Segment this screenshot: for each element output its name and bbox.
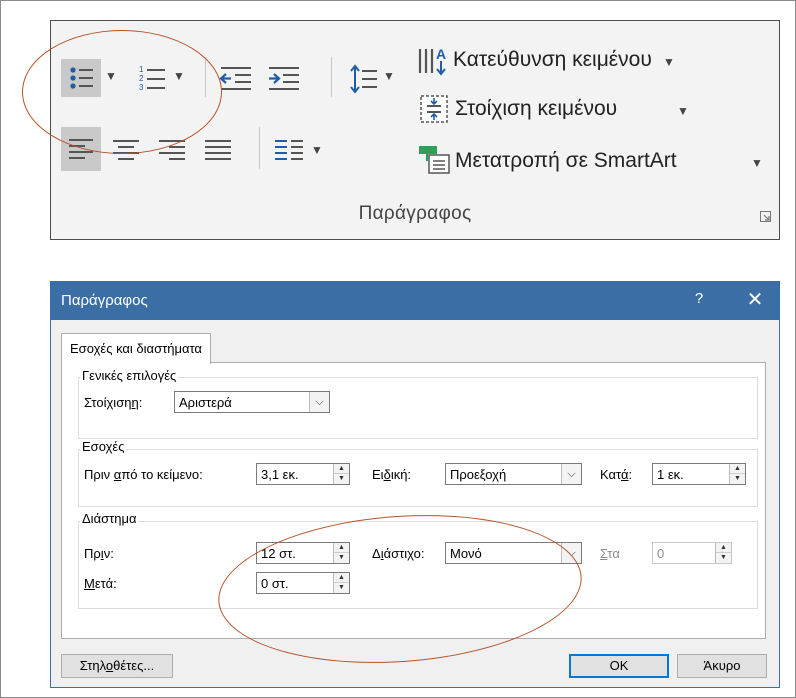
- align-text-button[interactable]: [419, 93, 449, 125]
- separator: [205, 57, 206, 97]
- special-label: Ειδική:: [372, 467, 412, 482]
- text-direction-icon: A: [418, 46, 446, 76]
- columns-dropdown-arrow[interactable]: ▼: [311, 143, 323, 157]
- svg-text:2: 2: [139, 74, 144, 83]
- justify-icon: [205, 140, 231, 160]
- increase-indent-button[interactable]: [267, 63, 301, 95]
- tabs-button[interactable]: Στηλοθέτες...: [61, 654, 173, 678]
- line-spacing-select[interactable]: Μονό ⌵: [445, 542, 582, 564]
- indent-before-value: 3,1 εκ.: [261, 467, 299, 482]
- text-direction-dropdown-arrow[interactable]: ▼: [663, 55, 675, 69]
- spacing-before-label: Πριν:: [84, 546, 114, 561]
- general-section-title: Γενικές επιλογές: [80, 368, 179, 383]
- align-left-icon: [69, 139, 93, 159]
- spin-up-icon[interactable]: ▲: [730, 464, 745, 474]
- center-icon: [113, 140, 139, 160]
- help-button[interactable]: ?: [689, 290, 709, 307]
- smartart-icon: [419, 146, 450, 174]
- smartart-dropdown-arrow[interactable]: ▼: [751, 156, 763, 170]
- separator: [331, 57, 332, 97]
- bullets-icon: [70, 67, 93, 89]
- at-value: 0: [657, 546, 665, 561]
- close-icon[interactable]: ✕: [743, 287, 767, 312]
- spacing-after-spinner[interactable]: 0 στ. ▲ ▼: [256, 572, 350, 594]
- alignment-label: Στοίχισηη:: [84, 395, 143, 410]
- increase-indent-icon: [269, 67, 299, 90]
- line-spacing-button[interactable]: [349, 63, 379, 95]
- columns-button[interactable]: [273, 133, 307, 167]
- ribbon-group-label: Παράγραφος: [358, 203, 472, 224]
- at-spinner: 0 ▲ ▼: [652, 542, 732, 564]
- smartart-label[interactable]: Μετατροπή σε SmartArt: [455, 149, 677, 173]
- special-value: Προεξοχή: [450, 467, 507, 482]
- text-direction-label[interactable]: Κατεύθυνση κειμένου: [453, 48, 652, 72]
- spacing-after-label: Μετά:: [84, 576, 117, 591]
- columns-icon: [275, 140, 303, 160]
- chevron-down-icon: ⌵: [309, 392, 329, 412]
- spin-up-icon[interactable]: ▲: [334, 573, 349, 583]
- tab-panel: Γενικές επιλογές Στοίχισηη: Αριστερά ⌵ Ε…: [61, 362, 766, 639]
- alignment-select[interactable]: Αριστερά ⌵: [174, 391, 330, 413]
- spacing-section-title: Διάστημα: [80, 511, 139, 526]
- by-label: Κατά:: [600, 467, 633, 482]
- spacing-before-spinner[interactable]: 12 στ. ▲ ▼: [256, 542, 350, 564]
- align-right-icon: [159, 140, 185, 160]
- paragraph-dialog: Παράγραφος ? ✕ Εσοχές και διαστήματα Γεν…: [50, 281, 780, 688]
- indent-before-label: Πριν από το κείμενο:: [84, 467, 203, 482]
- text-direction-button[interactable]: A: [417, 45, 449, 77]
- spin-down-icon[interactable]: ▼: [334, 474, 349, 484]
- svg-text:A: A: [436, 46, 446, 62]
- dialog-titlebar[interactable]: Παράγραφος ? ✕: [51, 282, 779, 320]
- spacing-before-value: 12 στ.: [261, 546, 296, 561]
- special-select[interactable]: Προεξοχή ⌵: [445, 463, 582, 485]
- at-label: Στα: [600, 546, 620, 561]
- line-spacing-dropdown-arrow[interactable]: ▼: [383, 69, 395, 83]
- align-text-dropdown-arrow[interactable]: ▼: [677, 104, 689, 118]
- by-value: 1 εκ.: [657, 467, 684, 482]
- line-spacing-label: Διάστιχο:: [372, 546, 425, 561]
- align-left-button[interactable]: [61, 127, 101, 171]
- spin-up-icon[interactable]: ▲: [334, 464, 349, 474]
- bullets-button[interactable]: [61, 59, 101, 97]
- bullets-dropdown-arrow[interactable]: ▼: [105, 69, 117, 83]
- line-spacing-value: Μονό: [450, 546, 482, 561]
- numbering-button[interactable]: 123: [135, 63, 169, 95]
- svg-text:3: 3: [139, 83, 144, 92]
- numbering-icon: 123: [139, 65, 165, 92]
- align-text-icon: [420, 95, 448, 123]
- indents-section-title: Εσοχές: [80, 439, 127, 454]
- by-spinner[interactable]: 1 εκ. ▲ ▼: [652, 463, 746, 485]
- align-text-label[interactable]: Στοίχιση κειμένου: [455, 97, 617, 121]
- tab-indents-and-spacing[interactable]: Εσοχές και διαστήματα: [61, 333, 211, 364]
- dialog-title: Παράγραφος: [61, 292, 148, 309]
- line-spacing-icon: [350, 64, 377, 94]
- dialog-launcher-icon[interactable]: [760, 211, 771, 222]
- smartart-button[interactable]: [417, 143, 451, 175]
- decrease-indent-icon: [219, 67, 251, 90]
- spacing-after-value: 0 στ.: [261, 576, 289, 591]
- spin-down-icon[interactable]: ▼: [334, 583, 349, 593]
- spin-down-icon: ▼: [720, 554, 727, 561]
- spacing-section: [78, 521, 758, 609]
- spin-down-icon[interactable]: ▼: [334, 553, 349, 563]
- chevron-down-icon: ⌵: [561, 464, 581, 484]
- paragraph-ribbon-group: ▼ 123 ▼ ▼ A Κατεύθυνση κειμένου ▼ Στοίχι…: [50, 20, 780, 240]
- justify-button[interactable]: [201, 133, 235, 167]
- chevron-down-icon: ⌵: [561, 543, 581, 563]
- indent-before-spinner[interactable]: 3,1 εκ. ▲ ▼: [256, 463, 350, 485]
- spin-up-icon[interactable]: ▲: [334, 543, 349, 553]
- spin-down-icon[interactable]: ▼: [730, 474, 745, 484]
- numbering-dropdown-arrow[interactable]: ▼: [173, 69, 185, 83]
- cancel-button[interactable]: Άκυρο: [677, 654, 767, 678]
- ok-button[interactable]: OK: [569, 654, 669, 678]
- decrease-indent-button[interactable]: [219, 63, 253, 95]
- separator: [259, 127, 260, 169]
- align-right-button[interactable]: [155, 133, 189, 167]
- alignment-value: Αριστερά: [179, 395, 232, 410]
- spin-up-icon: ▲: [716, 543, 731, 553]
- svg-text:1: 1: [139, 65, 144, 74]
- center-button[interactable]: [109, 133, 143, 167]
